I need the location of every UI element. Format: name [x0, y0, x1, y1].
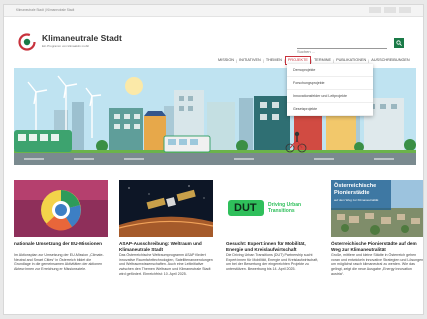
card-title[interactable]: Gesucht: Expert:innen für Mobilität, Ene… [226, 241, 320, 252]
search-icon [396, 40, 402, 46]
dropdown-item-innovationsfelder[interactable]: Innovationsfelder und Leitprojekte [287, 90, 373, 103]
browser-page: Klimaneutrale Stadt | Klimaneutrale Stad… [3, 4, 424, 315]
card-image-pioneer-cities[interactable]: Österreichische Pionierstädte auf dem We… [331, 180, 423, 237]
dropdown-item-gesetzprojekte[interactable]: Gesetzprojekte [287, 103, 373, 116]
card-title[interactable]: nationale Umsetzung der EU-Missionen [14, 241, 108, 247]
logo-icon [18, 33, 36, 51]
card-image-satellite[interactable] [119, 180, 213, 237]
lang-option[interactable] [369, 7, 381, 13]
main-navigation: MISSION | INITIATIVEN | THEMEN | PROJEKT… [216, 55, 412, 65]
news-card[interactable]: Österreichische Pionierstädte auf dem We… [331, 180, 424, 312]
nav-item-mission[interactable]: MISSION [216, 57, 236, 64]
news-cards: nationale Umsetzung der EU-Missionen Im … [14, 180, 423, 312]
site-name: Klimaneutrale Stadt [42, 33, 122, 43]
card-overlay-subtitle: auf dem Weg zur Klimaneutralität [334, 198, 379, 202]
card-title[interactable]: Österreichische Pionierstädte auf dem We… [331, 241, 423, 252]
news-card[interactable]: ASAP-Ausschreibung: Weltraum und Klimane… [119, 180, 213, 312]
search-button[interactable] [394, 38, 404, 48]
card-text: Im Aktionsplan zur Umsetzung der EU-Miss… [14, 253, 104, 272]
search-field [297, 40, 387, 56]
site-logo[interactable]: Klimaneutrale Stadt Ein Programm von kli… [17, 32, 167, 56]
dropdown-item-forschungsprojekte[interactable]: Forschungsprojekte [287, 77, 373, 90]
utility-breadcrumb[interactable]: Klimaneutrale Stadt | Klimaneutrale Stad… [16, 8, 74, 12]
language-switcher [369, 7, 411, 13]
lang-option[interactable] [384, 7, 396, 13]
card-overlay-title-1: Österreichische [334, 183, 377, 189]
top-utility-bar: Klimaneutrale Stadt | Klimaneutrale Stad… [4, 5, 423, 17]
card-overlay-title-2: Pionierstädte [334, 190, 370, 196]
dut-logo-short: DUT [234, 202, 257, 214]
dut-logo-line2: Transitions [268, 208, 295, 214]
card-text: Große, mittlere und kleine Städte in Öst… [331, 253, 424, 276]
card-text: Die Driving Urban Transitions (DUT) Part… [226, 253, 319, 272]
lang-option[interactable] [399, 7, 411, 13]
nav-item-initiativen[interactable]: INITIATIVEN [237, 57, 263, 64]
news-card[interactable]: nationale Umsetzung der EU-Missionen Im … [14, 180, 108, 312]
site-tagline: Ein Programm von klimaaktiv mobil [42, 44, 89, 48]
card-image-eu-missions[interactable] [14, 180, 108, 237]
card-image-dut-logo[interactable]: DUT Driving Urban Transitions [226, 180, 320, 237]
dropdown-item-demoprojekte[interactable]: Demoprojekte [287, 64, 373, 77]
nav-item-themen[interactable]: THEMEN [264, 57, 284, 64]
news-card[interactable]: DUT Driving Urban Transitions Gesucht: E… [226, 180, 320, 312]
nav-item-publikationen[interactable]: PUBLIKATIONEN [334, 57, 368, 64]
nav-item-ausschreibungen[interactable]: AUSSCHREIBUNGEN [369, 57, 411, 64]
search-input[interactable] [297, 47, 387, 56]
card-title[interactable]: ASAP-Ausschreibung: Weltraum und Klimane… [119, 241, 213, 252]
projekte-dropdown-menu: Demoprojekte Forschungsprojekte Innovati… [287, 64, 373, 116]
nav-item-termine[interactable]: TERMINE [312, 57, 333, 64]
card-text: Das Österreichische Weltraumprogramm ASA… [119, 253, 213, 276]
